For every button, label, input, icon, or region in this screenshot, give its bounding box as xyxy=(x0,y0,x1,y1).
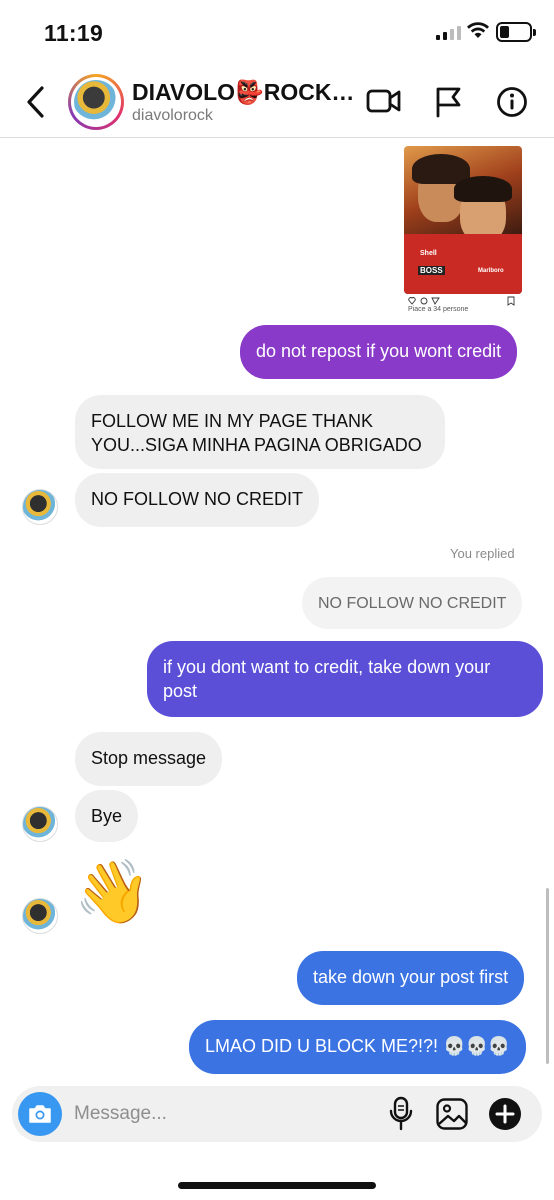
sent-message[interactable]: take down your post first xyxy=(297,951,525,1005)
home-indicator[interactable] xyxy=(178,1182,376,1189)
waving-hand-emoji[interactable]: 👋 xyxy=(74,862,151,924)
back-chevron-icon[interactable] xyxy=(22,84,52,120)
received-message[interactable]: NO FOLLOW NO CREDIT xyxy=(75,473,320,527)
cellular-signal-icon xyxy=(436,24,461,40)
message-input[interactable] xyxy=(74,1100,374,1128)
camera-icon xyxy=(29,1105,51,1123)
sent-message[interactable]: do not repost if you wont credit xyxy=(240,325,518,379)
video-call-icon[interactable] xyxy=(366,86,402,116)
post-likes: Piace a 34 persone xyxy=(408,306,469,313)
received-message[interactable]: FOLLOW ME IN MY PAGE THANK YOU...SIGA MI… xyxy=(75,395,445,469)
you-replied-label: You replied xyxy=(450,546,515,561)
scrollbar[interactable] xyxy=(546,888,549,1064)
shared-post[interactable]: Shell BOSS Marlboro Piace a 34 persone xyxy=(398,138,528,318)
info-icon[interactable] xyxy=(496,86,528,118)
camera-button[interactable] xyxy=(18,1092,62,1136)
contact-avatar[interactable] xyxy=(68,74,124,130)
flag-icon[interactable] xyxy=(434,86,464,118)
post-brand-shell: Shell xyxy=(420,250,437,257)
shared-post-image[interactable]: Shell BOSS Marlboro xyxy=(404,146,522,294)
battery-icon xyxy=(496,22,536,42)
contact-mini-avatar[interactable] xyxy=(22,898,58,934)
contact-mini-avatar[interactable] xyxy=(22,489,58,525)
post-actions-icons xyxy=(408,296,515,306)
contact-handle[interactable]: diavolorock xyxy=(132,107,213,125)
gallery-icon[interactable] xyxy=(435,1097,469,1131)
wifi-icon xyxy=(467,22,489,38)
quoted-reply[interactable]: NO FOLLOW NO CREDIT xyxy=(302,577,523,629)
sent-message[interactable]: if you dont want to credit, take down yo… xyxy=(147,641,543,717)
microphone-icon[interactable] xyxy=(388,1096,414,1132)
post-brand-boss: BOSS xyxy=(418,266,445,275)
received-message[interactable]: Stop message xyxy=(75,732,223,786)
received-message[interactable]: Bye xyxy=(75,790,139,842)
contact-mini-avatar[interactable] xyxy=(22,806,58,842)
contact-name[interactable]: DIAVOLO👺ROCK… xyxy=(132,79,354,106)
add-sticker-icon[interactable] xyxy=(488,1097,522,1131)
post-brand-marlboro: Marlboro xyxy=(478,268,504,274)
sent-message[interactable]: LMAO DID U BLOCK ME?!?! 💀💀💀 xyxy=(189,1020,527,1074)
status-time: 11:19 xyxy=(44,20,104,46)
